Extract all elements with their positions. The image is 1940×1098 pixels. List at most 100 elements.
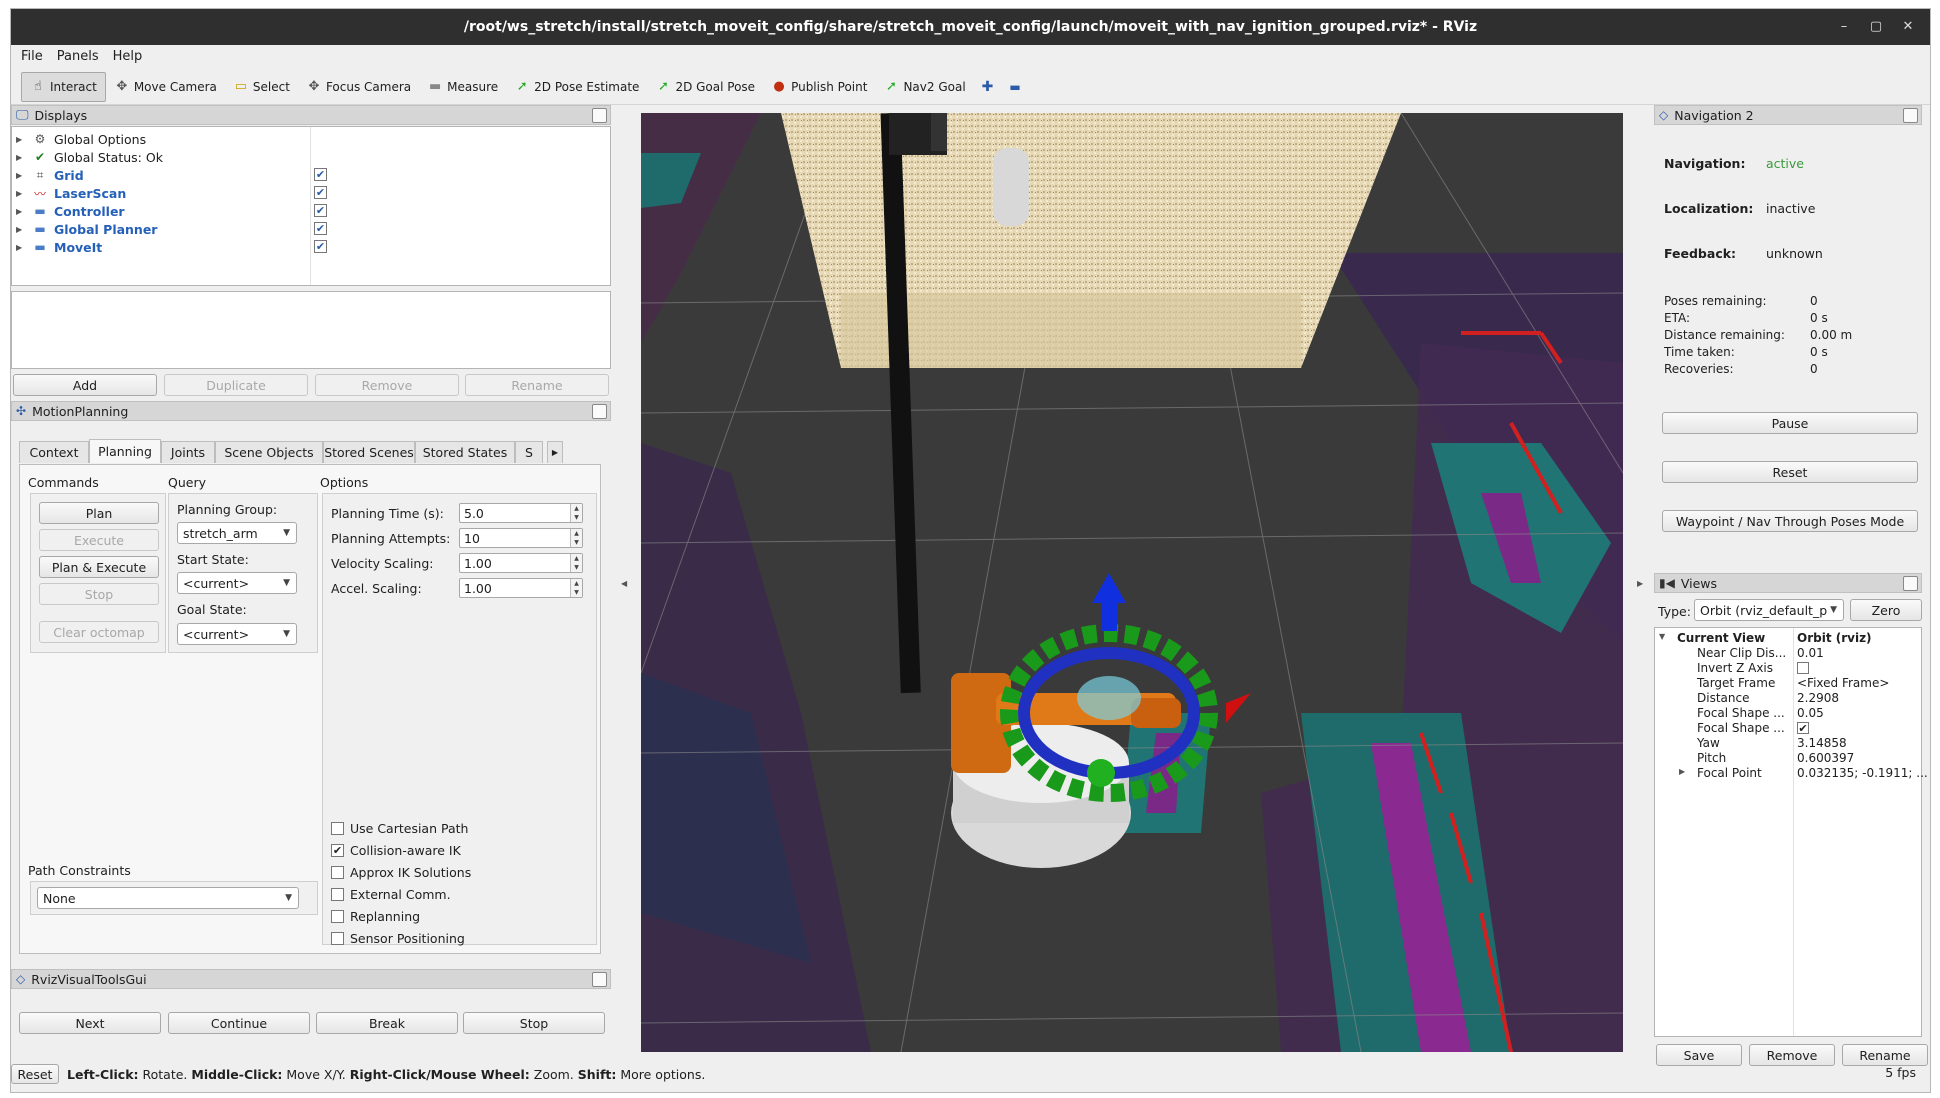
expand-arrow-icon[interactable]: ▶: [1679, 767, 1685, 776]
expand-arrow-icon[interactable]: ▶: [16, 135, 26, 144]
render-viewport[interactable]: [641, 113, 1623, 1052]
close-window-icon[interactable]: ✕: [1898, 17, 1918, 37]
display-item[interactable]: ▶ ▬ MoveIt: [16, 238, 102, 256]
reset-time-button[interactable]: Reset: [11, 1064, 59, 1084]
display-item[interactable]: ▶ 〰 LaserScan: [16, 184, 126, 202]
zero-view-button[interactable]: Zero: [1850, 599, 1922, 621]
pause-button[interactable]: Pause: [1662, 412, 1918, 434]
view-type-select[interactable]: Orbit (rviz_default_p ▼: [1694, 599, 1844, 621]
option-check-row[interactable]: ✔ Collision-aware IK: [331, 843, 461, 858]
path-constraints-select[interactable]: None ▼: [37, 887, 299, 909]
tool-interact[interactable]: ☝ Interact: [21, 71, 106, 102]
tab-stored-scenes[interactable]: Stored Scenes: [323, 441, 415, 463]
view-prop-checkbox[interactable]: [1797, 662, 1809, 674]
view-prop-value[interactable]: 0.05: [1797, 706, 1824, 720]
view-prop-checkbox[interactable]: ✔: [1797, 722, 1809, 734]
collapse-left-icon[interactable]: ◀: [621, 579, 627, 588]
minimize-icon[interactable]: –: [1834, 17, 1854, 37]
expand-arrow-icon[interactable]: ▶: [16, 171, 26, 180]
display-item[interactable]: ▶ ▬ Global Planner: [16, 220, 157, 238]
option-check-row[interactable]: Sensor Positioning: [331, 931, 465, 946]
tool-publish-point[interactable]: ● Publish Point: [763, 72, 875, 102]
reset-nav-button[interactable]: Reset: [1662, 461, 1918, 483]
tool-2d-pose-estimate[interactable]: ➚ 2D Pose Estimate: [506, 72, 647, 102]
expand-arrow-icon[interactable]: ▶: [16, 207, 26, 216]
display-item[interactable]: ▶ ⚙ Global Options: [16, 130, 146, 148]
expand-arrow-icon[interactable]: ▶: [16, 225, 26, 234]
waypoint-mode-button[interactable]: Waypoint / Nav Through Poses Mode: [1662, 510, 1918, 532]
remove-tool-button[interactable]: ▬: [1001, 72, 1028, 102]
display-enable-checkbox[interactable]: ✔: [314, 186, 327, 199]
plan-execute-button[interactable]: Plan & Execute: [39, 556, 159, 578]
display-enable-checkbox[interactable]: ✔: [314, 222, 327, 235]
display-item[interactable]: ▶ ▬ Controller: [16, 202, 125, 220]
spin-arrows-icon[interactable]: ▲ ▼: [570, 529, 582, 547]
display-enable-checkbox[interactable]: ✔: [314, 168, 327, 181]
view-prop-value[interactable]: 0.032135; -0.1911; ...: [1797, 766, 1928, 780]
view-prop-value[interactable]: <Fixed Frame>: [1797, 676, 1889, 690]
start-state-select[interactable]: <current> ▼: [177, 572, 297, 594]
menu-file[interactable]: File: [21, 49, 43, 64]
expand-arrow-icon[interactable]: ▼: [1659, 632, 1665, 641]
tool-2d-goal-pose[interactable]: ➚ 2D Goal Pose: [647, 72, 763, 102]
view-prop-value[interactable]: 3.14858: [1797, 736, 1847, 750]
tool-select[interactable]: ▭ Select: [225, 72, 298, 102]
option-check-row[interactable]: Use Cartesian Path: [331, 821, 468, 836]
clear-octomap-button[interactable]: Clear octomap: [39, 621, 159, 643]
tab-scene-objects[interactable]: Scene Objects: [215, 441, 323, 463]
tool-move-camera[interactable]: ✥ Move Camera: [106, 72, 225, 102]
option-check-row[interactable]: Replanning: [331, 909, 420, 924]
continue-button[interactable]: Continue: [168, 1012, 310, 1034]
option-check-row[interactable]: Approx IK Solutions: [331, 865, 471, 880]
spin-arrows-icon[interactable]: ▲ ▼: [570, 579, 582, 597]
panel-close-checkbox[interactable]: [1903, 108, 1918, 123]
option-spinbox[interactable]: 10 ▲ ▼: [459, 528, 583, 548]
tab-planning[interactable]: Planning: [89, 439, 161, 463]
goal-state-select[interactable]: <current> ▼: [177, 623, 297, 645]
tab-stored-states[interactable]: Stored States: [415, 441, 515, 463]
next-button[interactable]: Next: [19, 1012, 161, 1034]
panel-close-checkbox[interactable]: [592, 108, 607, 123]
tab-context[interactable]: Context: [19, 441, 89, 463]
menu-panels[interactable]: Panels: [57, 49, 99, 64]
tab-scroll-right-icon[interactable]: ▶: [547, 441, 563, 463]
spin-arrows-icon[interactable]: ▲ ▼: [570, 504, 582, 522]
panel-close-checkbox[interactable]: [1903, 576, 1918, 591]
option-checkbox[interactable]: [331, 822, 344, 835]
panel-close-checkbox[interactable]: [592, 404, 607, 419]
tool-nav2-goal[interactable]: ➚ Nav2 Goal: [875, 72, 973, 102]
expand-arrow-icon[interactable]: ▶: [16, 189, 26, 198]
option-spinbox[interactable]: 1.00 ▲ ▼: [459, 578, 583, 598]
spin-arrows-icon[interactable]: ▲ ▼: [570, 554, 582, 572]
add-tool-button[interactable]: ✚: [974, 72, 1002, 102]
view-prop-value[interactable]: 0.600397: [1797, 751, 1854, 765]
expand-arrow-icon[interactable]: ▶: [16, 243, 26, 252]
option-checkbox[interactable]: [331, 910, 344, 923]
execute-button[interactable]: Execute: [39, 529, 159, 551]
display-enable-checkbox[interactable]: ✔: [314, 240, 327, 253]
view-prop-value[interactable]: 0.01: [1797, 646, 1824, 660]
duplicate-display-button[interactable]: Duplicate: [164, 374, 308, 396]
option-checkbox[interactable]: [331, 932, 344, 945]
option-check-row[interactable]: External Comm.: [331, 887, 451, 902]
tool-measure[interactable]: ▬ Measure: [419, 72, 506, 102]
add-display-button[interactable]: Add: [13, 374, 157, 396]
tab-s[interactable]: S: [515, 441, 543, 463]
stop-planning-button[interactable]: Stop: [39, 583, 159, 605]
rename-display-button[interactable]: Rename: [465, 374, 609, 396]
plan-button[interactable]: Plan: [39, 502, 159, 524]
option-checkbox[interactable]: [331, 866, 344, 879]
display-enable-checkbox[interactable]: ✔: [314, 204, 327, 217]
option-checkbox[interactable]: ✔: [331, 844, 344, 857]
option-spinbox[interactable]: 1.00 ▲ ▼: [459, 553, 583, 573]
expand-arrow-icon[interactable]: ▶: [16, 153, 26, 162]
planning-group-select[interactable]: stretch_arm ▼: [177, 522, 297, 544]
display-item[interactable]: ▶ ✔ Global Status: Ok: [16, 148, 163, 166]
panel-close-checkbox[interactable]: [592, 972, 607, 987]
maximize-icon[interactable]: ▢: [1866, 17, 1886, 37]
menu-help[interactable]: Help: [113, 49, 143, 64]
tab-joints[interactable]: Joints: [161, 441, 215, 463]
display-item[interactable]: ▶ ⌗ Grid: [16, 166, 84, 184]
stop-button[interactable]: Stop: [463, 1012, 605, 1034]
option-checkbox[interactable]: [331, 888, 344, 901]
